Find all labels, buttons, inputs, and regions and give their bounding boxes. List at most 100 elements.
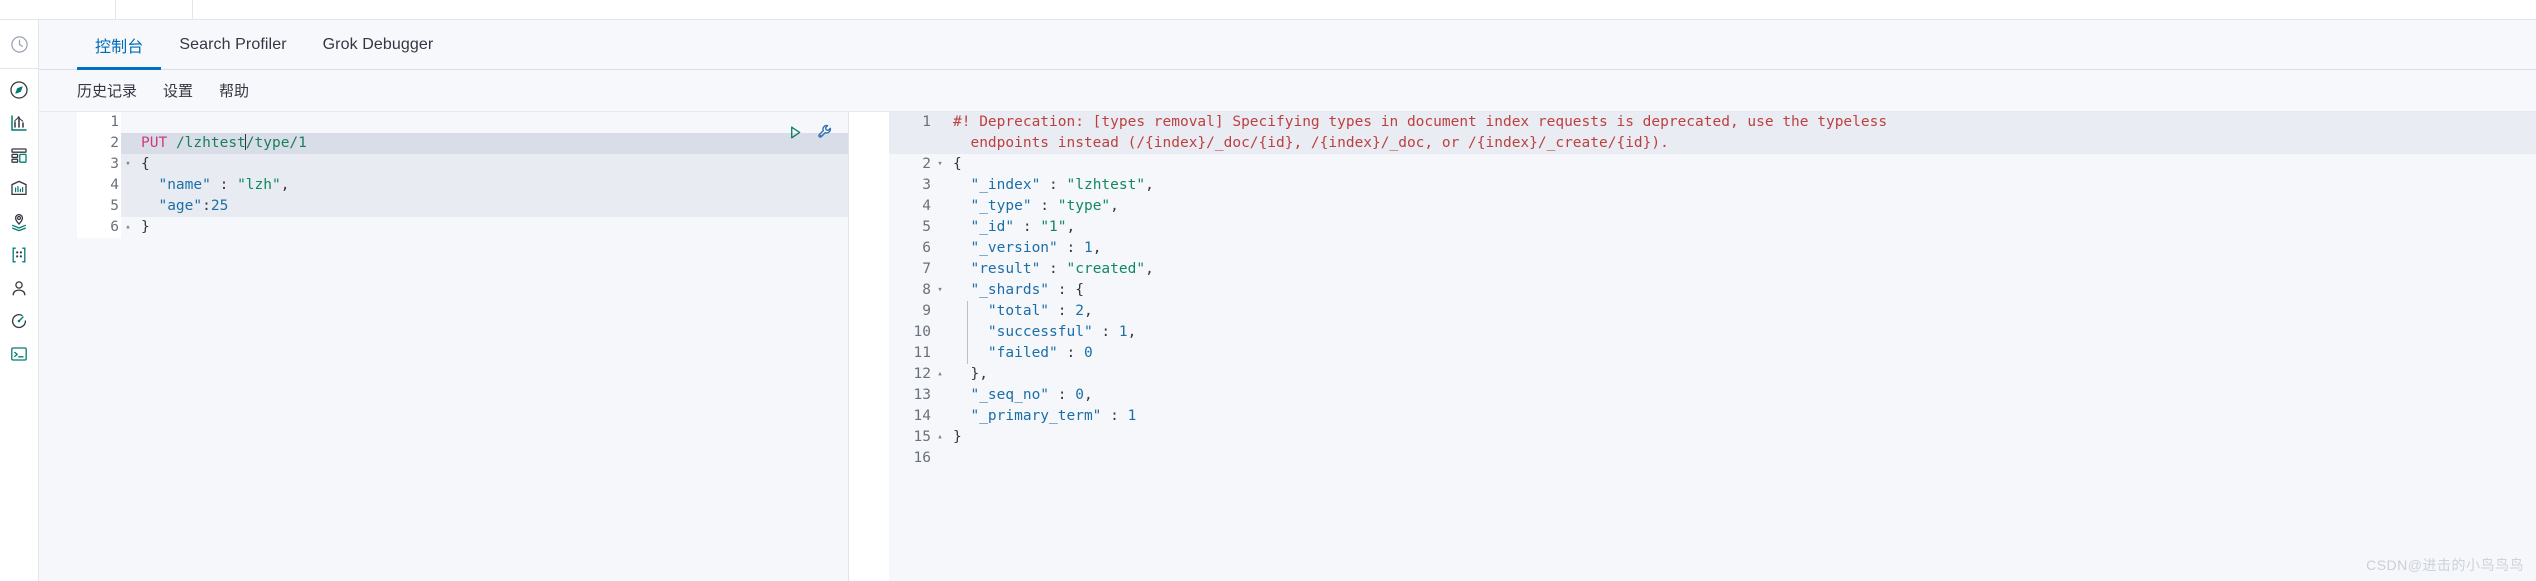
- fold-toggle[interactable]: ▴: [933, 427, 947, 448]
- code-line: 9 "total" : 2,: [889, 301, 2536, 322]
- line-number: 2: [922, 156, 931, 172]
- code-token: "name": [158, 177, 211, 193]
- sidebar-item-infrastructure[interactable]: [0, 271, 39, 304]
- menu-item-history-label: 历史记录: [77, 83, 138, 100]
- code-token: :: [1101, 408, 1128, 424]
- sidebar-item-apm[interactable]: [0, 304, 39, 337]
- sidebar-item-canvas[interactable]: [0, 172, 39, 205]
- code-token: "_id": [970, 219, 1015, 235]
- menu-item-help[interactable]: 帮助: [219, 80, 249, 101]
- wrench-terminal-icon: [9, 344, 29, 364]
- code-token: "_type": [970, 198, 1032, 214]
- code-token: "created": [1066, 261, 1146, 277]
- run-request-icon[interactable]: [787, 124, 804, 146]
- code-token: ,: [1110, 198, 1119, 214]
- map-pin-layers-icon: [9, 212, 29, 232]
- wrench-icon[interactable]: [816, 123, 834, 146]
- code-token: "_version": [970, 240, 1058, 256]
- code-token: :: [1040, 177, 1067, 193]
- code-line: 6 "_version" : 1,: [889, 238, 2536, 259]
- line-number: 4: [77, 175, 121, 196]
- fold-toggle[interactable]: ▾: [933, 154, 947, 175]
- tab-search-profiler[interactable]: Search Profiler: [161, 20, 304, 69]
- menu-item-history[interactable]: 历史记录: [77, 80, 137, 101]
- line-number: 14: [913, 408, 931, 424]
- code-token: :: [1049, 387, 1076, 403]
- request-editor-lines[interactable]: 1 2 PUT /lzhtest/type/1 3 ▾ {4 "name" : "lzh"…: [77, 112, 848, 238]
- line-number: 5: [922, 219, 931, 235]
- code-token: :: [210, 177, 238, 193]
- fold-toggle[interactable]: ▾: [933, 280, 947, 301]
- kibana-dev-tools-console: 控制台 Search Profiler Grok Debugger 历史记录 设…: [0, 0, 2536, 581]
- code-token: "type": [1057, 198, 1111, 214]
- code-token: PUT: [141, 135, 168, 151]
- code-token: 1: [1118, 324, 1128, 340]
- code-line: 2 ▾ {: [889, 154, 2536, 175]
- code-token: "result": [970, 261, 1041, 277]
- request-editor[interactable]: 1 2 PUT /lzhtest/type/1 3 ▾ {4 "name" : "lzh"…: [77, 112, 849, 581]
- global-nav-rail: [0, 0, 39, 581]
- code-line: 15 ▴}: [889, 427, 2536, 448]
- sidebar-item-recently-viewed[interactable]: [0, 28, 39, 61]
- menu-item-settings-label: 设置: [163, 83, 194, 100]
- top-strip-cell: [39, 0, 116, 20]
- request-actions: [787, 123, 834, 146]
- line-number: 1: [77, 112, 121, 133]
- code-text: endpoints instead (/{index}/_doc/{id}, /…: [947, 133, 1668, 154]
- code-text: "age":25: [135, 196, 228, 217]
- tab-search-profiler-label: Search Profiler: [179, 35, 287, 53]
- sidebar-item-maps[interactable]: [0, 205, 39, 238]
- canvas-icon: [9, 179, 29, 199]
- sidebar-item-dashboard[interactable]: [0, 139, 39, 172]
- fold-toggle[interactable]: ▴: [933, 364, 947, 385]
- code-line: endpoints instead (/{index}/_doc/{id}, /…: [889, 133, 2536, 154]
- code-text: "total" : 2,: [947, 301, 1093, 322]
- code-token: :: [1014, 219, 1041, 235]
- code-line: 8 ▾ "_shards" : {: [889, 280, 2536, 301]
- sidebar-item-dev-tools[interactable]: [0, 337, 39, 370]
- rail-divider: [0, 68, 39, 69]
- menu-item-settings[interactable]: 设置: [163, 80, 193, 101]
- sidebar-item-discover[interactable]: [0, 73, 39, 106]
- code-text: "_seq_no" : 0,: [947, 385, 1092, 406]
- sidebar-item-visualize[interactable]: [0, 106, 39, 139]
- line-number: 11: [913, 345, 931, 361]
- code-line: 3 "_index" : "lzhtest",: [889, 175, 2536, 196]
- clock-icon: [10, 35, 29, 54]
- fold-toggle[interactable]: ▴: [121, 217, 135, 238]
- ml-nodes-icon: [9, 245, 29, 265]
- compass-icon: [9, 80, 29, 100]
- code-line: 16: [889, 448, 2536, 469]
- code-text: {: [947, 154, 962, 175]
- code-token: },: [970, 366, 988, 382]
- tab-grok-debugger[interactable]: Grok Debugger: [305, 20, 452, 69]
- indent-guide: [967, 301, 968, 364]
- pane-resizer[interactable]: [849, 112, 889, 581]
- code-text: "_primary_term" : 1: [947, 406, 1136, 427]
- line-number: 6: [77, 217, 121, 238]
- sidebar-item-machine-learning[interactable]: [0, 238, 39, 271]
- code-line: 2 PUT /lzhtest/type/1: [77, 133, 848, 154]
- code-token: "1": [1040, 219, 1067, 235]
- code-text: "_index" : "lzhtest",: [947, 175, 1153, 196]
- code-token: 25: [210, 198, 229, 214]
- code-line: 3 ▾ {: [77, 154, 848, 175]
- line-number: 12: [913, 366, 931, 382]
- response-viewer[interactable]: 1 #! Deprecation: [types removal] Specify…: [889, 112, 2536, 581]
- fold-toggle[interactable]: ▾: [121, 154, 135, 175]
- code-token: "_seq_no": [970, 387, 1050, 403]
- code-text: }: [135, 217, 150, 238]
- code-text: },: [947, 364, 988, 385]
- tab-console[interactable]: 控制台: [77, 20, 162, 70]
- code-line: 5 "_id" : "1",: [889, 217, 2536, 238]
- line-number: 2: [77, 133, 121, 154]
- tab-grok-debugger-label: Grok Debugger: [322, 35, 434, 53]
- code-token: :: [1057, 345, 1084, 361]
